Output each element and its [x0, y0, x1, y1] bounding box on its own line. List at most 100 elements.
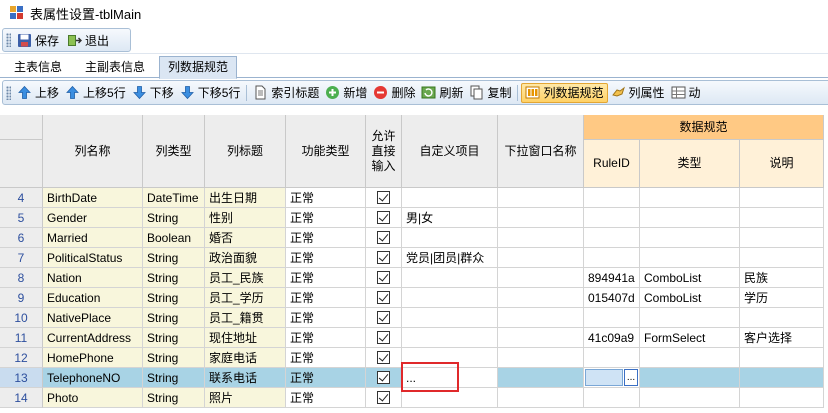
cell-col-title[interactable]: 出生日期 — [205, 188, 286, 208]
cell-rule-id[interactable]: 015407d — [584, 288, 640, 308]
cell-type[interactable]: ComboList — [640, 288, 740, 308]
header-allow-input[interactable]: 允许直接输入 — [366, 115, 402, 188]
cell-func-type[interactable]: 正常 — [286, 188, 366, 208]
cell-col-title[interactable]: 联系电话 — [205, 368, 286, 388]
rule-id-editor[interactable] — [585, 369, 623, 386]
allow-input-checkbox[interactable] — [377, 231, 390, 244]
cell-col-type[interactable]: String — [143, 388, 205, 408]
cell-type[interactable] — [640, 248, 740, 268]
cell-allow-input[interactable] — [366, 228, 402, 248]
cell-description[interactable]: 客户选择 — [740, 328, 824, 348]
toolbar-grip[interactable] — [6, 33, 11, 47]
row-number[interactable]: 8 — [0, 268, 43, 288]
cell-allow-input[interactable] — [366, 328, 402, 348]
cell-col-title[interactable]: 员工_籍贯 — [205, 308, 286, 328]
cell-description[interactable] — [740, 348, 824, 368]
tab-column-data-spec[interactable]: 列数据规范 — [159, 56, 238, 79]
cell-col-type[interactable]: String — [143, 268, 205, 288]
exit-button[interactable]: 退出 — [64, 30, 112, 50]
column-data-spec-button[interactable]: 列数据规范 — [521, 82, 608, 103]
cell-custom-items[interactable] — [402, 288, 498, 308]
cell-func-type[interactable]: 正常 — [286, 228, 366, 248]
header-type[interactable]: 类型 — [640, 140, 740, 188]
cell-description[interactable] — [740, 188, 824, 208]
allow-input-checkbox[interactable] — [377, 391, 390, 404]
cell-col-title[interactable]: 性别 — [205, 208, 286, 228]
cell-dropdown-name[interactable] — [498, 368, 584, 388]
cell-col-type[interactable]: String — [143, 348, 205, 368]
cell-description[interactable] — [740, 308, 824, 328]
cell-custom-items[interactable]: 男|女 — [402, 208, 498, 228]
header-data-spec-group[interactable]: 数据规范 — [584, 115, 824, 140]
header-col-title[interactable]: 列标题 — [205, 115, 286, 188]
row-number[interactable]: 14 — [0, 388, 43, 408]
cell-rule-id[interactable]: 41c09a9 — [584, 328, 640, 348]
cell-col-title[interactable]: 员工_学历 — [205, 288, 286, 308]
cell-func-type[interactable]: 正常 — [286, 208, 366, 228]
cell-func-type[interactable]: 正常 — [286, 248, 366, 268]
more-button[interactable]: 动 — [668, 83, 704, 103]
cell-type[interactable]: ComboList — [640, 268, 740, 288]
save-button[interactable]: 保存 — [14, 30, 62, 50]
cell-col-name[interactable]: HomePhone — [43, 348, 143, 368]
header-rule-id[interactable]: RuleID — [584, 140, 640, 188]
cell-func-type[interactable]: 正常 — [286, 288, 366, 308]
allow-input-checkbox[interactable] — [377, 271, 390, 284]
cell-col-name[interactable]: Education — [43, 288, 143, 308]
cell-allow-input[interactable] — [366, 288, 402, 308]
row-number[interactable]: 10 — [0, 308, 43, 328]
cell-dropdown-name[interactable] — [498, 288, 584, 308]
cell-dropdown-name[interactable] — [498, 248, 584, 268]
rule-id-ellipsis-button[interactable]: ... — [624, 369, 638, 386]
add-button[interactable]: 新增 — [322, 83, 370, 103]
cell-rule-id[interactable] — [584, 208, 640, 228]
cell-rule-id[interactable]: 894941a — [584, 268, 640, 288]
cell-description[interactable]: 学历 — [740, 288, 824, 308]
cell-allow-input[interactable] — [366, 208, 402, 228]
cell-type[interactable] — [640, 348, 740, 368]
row-number[interactable]: 11 — [0, 328, 43, 348]
header-custom-items[interactable]: 自定义项目 — [402, 115, 498, 188]
header-func-type[interactable]: 功能类型 — [286, 115, 366, 188]
copy-button[interactable]: 复制 — [466, 83, 514, 103]
cell-col-type[interactable]: String — [143, 248, 205, 268]
cell-col-name[interactable]: BirthDate — [43, 188, 143, 208]
cell-description[interactable] — [740, 228, 824, 248]
cell-rule-id[interactable] — [584, 248, 640, 268]
header-col-type[interactable]: 列类型 — [143, 115, 205, 188]
tab-main-table-info[interactable]: 主表信息 — [6, 57, 70, 78]
cell-type[interactable] — [640, 308, 740, 328]
cell-custom-items[interactable] — [402, 188, 498, 208]
row-number[interactable]: 4 — [0, 188, 43, 208]
cell-dropdown-name[interactable] — [498, 268, 584, 288]
index-title-button[interactable]: 索引标题 — [250, 83, 322, 103]
cell-rule-id[interactable] — [584, 388, 640, 408]
row-number[interactable]: 13 — [0, 368, 43, 388]
cell-allow-input[interactable] — [366, 268, 402, 288]
cell-col-type[interactable]: String — [143, 328, 205, 348]
cell-custom-items[interactable] — [402, 228, 498, 248]
header-dropdown-name[interactable]: 下拉窗口名称 — [498, 115, 584, 188]
cell-func-type[interactable]: 正常 — [286, 308, 366, 328]
cell-func-type[interactable]: 正常 — [286, 268, 366, 288]
cell-col-title[interactable]: 婚否 — [205, 228, 286, 248]
cell-rule-id[interactable] — [584, 348, 640, 368]
grid-toolbar-grip[interactable] — [6, 85, 11, 100]
cell-col-type[interactable]: String — [143, 368, 205, 388]
cell-dropdown-name[interactable] — [498, 228, 584, 248]
row-number[interactable]: 6 — [0, 228, 43, 248]
cell-description[interactable]: 民族 — [740, 268, 824, 288]
header-description[interactable]: 说明 — [740, 140, 824, 188]
cell-col-type[interactable]: String — [143, 288, 205, 308]
refresh-button[interactable]: 刷新 — [418, 83, 466, 103]
delete-button[interactable]: 删除 — [370, 83, 418, 103]
cell-type[interactable] — [640, 208, 740, 228]
cell-col-name[interactable]: TelephoneNO — [43, 368, 143, 388]
cell-col-name[interactable]: Nation — [43, 268, 143, 288]
cell-col-name[interactable]: Gender — [43, 208, 143, 228]
cell-col-type[interactable]: String — [143, 208, 205, 228]
cell-allow-input[interactable] — [366, 188, 402, 208]
row-number[interactable]: 12 — [0, 348, 43, 368]
cell-allow-input[interactable] — [366, 248, 402, 268]
cell-col-name[interactable]: CurrentAddress — [43, 328, 143, 348]
